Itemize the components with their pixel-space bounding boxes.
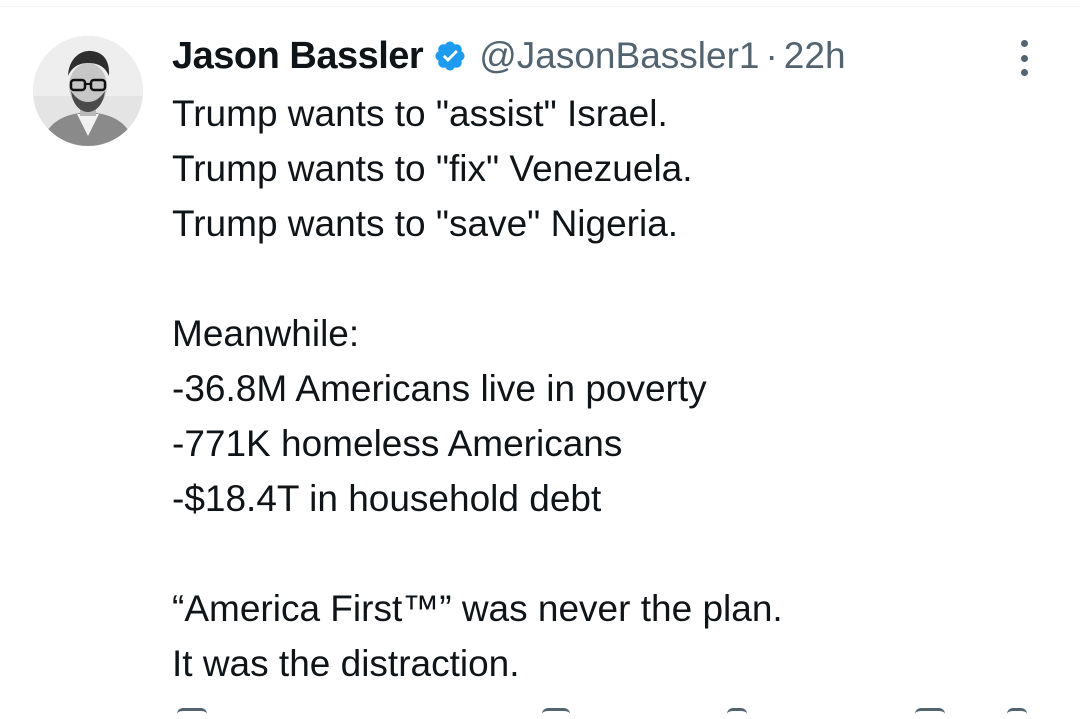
tweet-header: Jason Bassler @JasonBassler1 · 22h <box>172 31 846 81</box>
divider <box>0 6 1080 7</box>
tweet-text: Trump wants to "assist" Israel. Trump wa… <box>172 86 1052 691</box>
retweet-icon[interactable] <box>542 708 570 719</box>
separator-dot: · <box>765 35 778 76</box>
text-line: Trump wants to "fix" Venezuela. <box>172 148 693 189</box>
text-line: -36.8M Americans live in poverty <box>172 368 707 409</box>
author-handle[interactable]: @JasonBassler1 <box>479 35 759 77</box>
action-bar <box>172 708 1052 719</box>
share-icon[interactable] <box>1007 708 1027 719</box>
text-line: Trump wants to "assist" Israel. <box>172 93 668 134</box>
like-icon[interactable] <box>727 708 747 719</box>
text-line: “America First™” was never the plan. <box>172 588 783 629</box>
text-line: Meanwhile: <box>172 313 360 354</box>
verified-badge-icon[interactable] <box>433 39 467 73</box>
bookmark-icon[interactable] <box>915 708 945 719</box>
reply-icon[interactable] <box>177 708 207 719</box>
post-timestamp[interactable]: 22h <box>784 35 846 77</box>
more-options-icon[interactable] <box>1011 38 1037 78</box>
text-line: Trump wants to "save" Nigeria. <box>172 203 679 244</box>
tweet[interactable]: Jason Bassler @JasonBassler1 · 22h Trump… <box>0 0 1080 719</box>
text-line: -$18.4T in household debt <box>172 478 602 519</box>
text-line: -771K homeless Americans <box>172 423 623 464</box>
text-line: It was the distraction. <box>172 643 520 684</box>
author-name[interactable]: Jason Bassler <box>172 35 424 78</box>
avatar[interactable] <box>33 36 143 146</box>
